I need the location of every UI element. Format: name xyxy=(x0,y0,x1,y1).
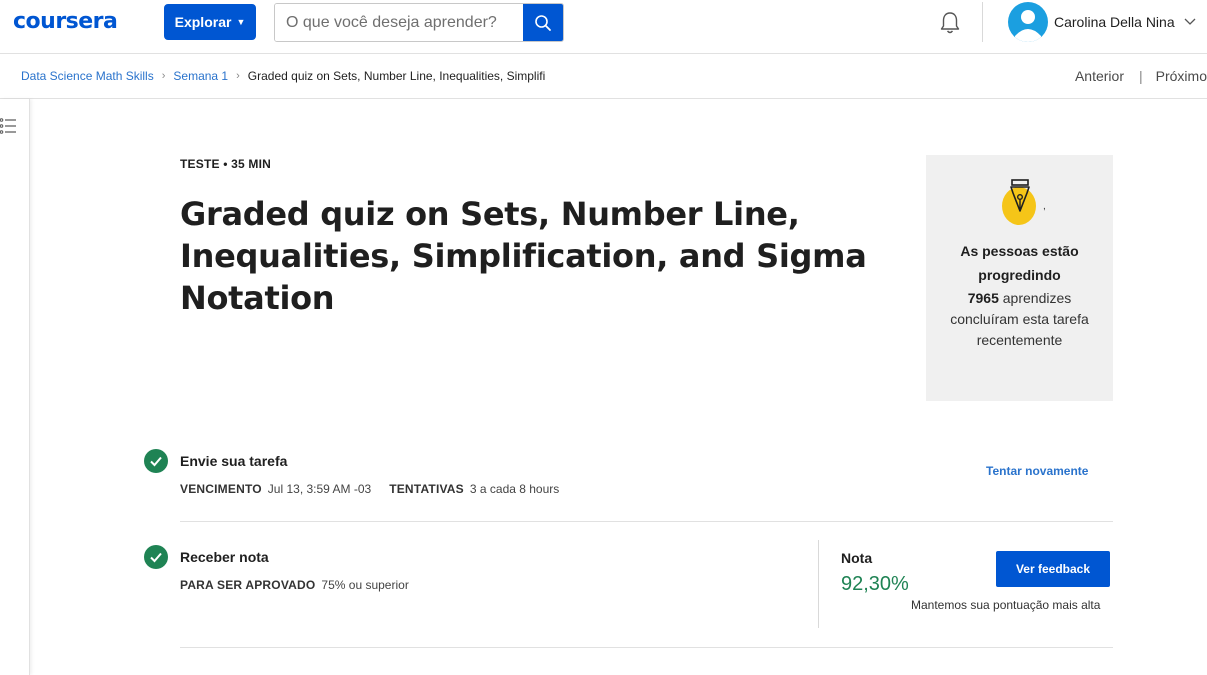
search-bar xyxy=(274,3,564,42)
due-value: Jul 13, 3:59 AM -03 xyxy=(267,482,372,496)
grade-note: Mantemos sua pontuação mais alta xyxy=(911,598,1101,612)
header-divider xyxy=(982,2,983,42)
grade-divider xyxy=(818,540,819,628)
attempts-label: TENTATIVAS xyxy=(389,482,464,496)
left-rail xyxy=(0,99,30,675)
promo-body: 7965 aprendizes concluíram esta tarefa r… xyxy=(936,288,1103,351)
grade-step-title: Receber nota xyxy=(180,549,269,565)
previous-link[interactable]: Anterior xyxy=(1075,68,1124,84)
chevron-down-icon: ▼ xyxy=(236,17,246,27)
bell-icon[interactable] xyxy=(937,10,963,36)
explore-label: Explorar xyxy=(174,14,232,30)
breadcrumb-week-link[interactable]: Semana 1 xyxy=(173,69,228,83)
check-icon xyxy=(144,545,168,569)
promo-title: As pessoas estão progredindo xyxy=(960,243,1079,283)
search-button[interactable] xyxy=(523,4,563,41)
search-icon xyxy=(535,14,551,31)
attempts-value: 3 a cada 8 hours xyxy=(469,482,560,496)
breadcrumb-course-link[interactable]: Data Science Math Skills xyxy=(21,69,154,83)
due-label: VENCIMENTO xyxy=(180,482,262,496)
item-navigation: Anterior | Próximo xyxy=(1075,68,1207,84)
breadcrumb-current: Graded quiz on Sets, Number Line, Inequa… xyxy=(247,69,546,83)
page-title: Graded quiz on Sets, Number Line, Inequa… xyxy=(180,195,867,317)
view-feedback-button[interactable]: Ver feedback xyxy=(996,551,1110,587)
pass-value: 75% ou superior xyxy=(321,578,409,592)
item-type-duration: TESTE • 35 MIN xyxy=(180,157,272,171)
learner-count: 7965 xyxy=(967,290,999,306)
next-link[interactable]: Próximo xyxy=(1156,68,1207,84)
breadcrumb: Data Science Math Skills › Semana 1 › Gr… xyxy=(21,69,545,83)
divider xyxy=(180,521,1113,522)
chevron-right-icon: › xyxy=(161,70,166,82)
svg-text:,: , xyxy=(1043,201,1046,212)
check-icon xyxy=(144,449,168,473)
pass-label: PARA SER APROVADO xyxy=(180,578,316,592)
search-input[interactable] xyxy=(275,4,523,41)
menu-list-icon[interactable] xyxy=(0,117,18,135)
nav-divider: | xyxy=(1139,68,1143,84)
user-name[interactable]: Carolina Della Nina xyxy=(1054,14,1175,30)
user-avatar-icon[interactable] xyxy=(1008,2,1048,42)
progress-promo-card: , As pessoas estão progredindo 7965 apre… xyxy=(926,155,1113,401)
grade-step-meta: PARA SER APROVADO 75% ou superior xyxy=(180,578,409,592)
grade-label: Nota xyxy=(841,550,873,566)
chevron-down-icon[interactable] xyxy=(1184,16,1196,26)
chevron-right-icon: › xyxy=(236,70,240,82)
submit-step-meta: VENCIMENTO Jul 13, 3:59 AM -03 TENTATIVAS 3… xyxy=(180,482,559,496)
submit-step-title: Envie sua tarefa xyxy=(180,453,288,469)
breadcrumb-bar: Data Science Math Skills › Semana 1 › Gr… xyxy=(0,54,1207,99)
coursera-logo[interactable]: coursera xyxy=(13,9,118,34)
top-header: coursera Explorar ▼ Carolina Della Nina xyxy=(0,0,1207,54)
retry-button[interactable]: Tentar novamente xyxy=(986,464,1088,478)
explore-button[interactable]: Explorar ▼ xyxy=(164,4,256,40)
grade-value: 92,30% xyxy=(841,573,909,595)
pen-nib-icon: , xyxy=(1002,179,1046,225)
divider xyxy=(180,647,1113,648)
